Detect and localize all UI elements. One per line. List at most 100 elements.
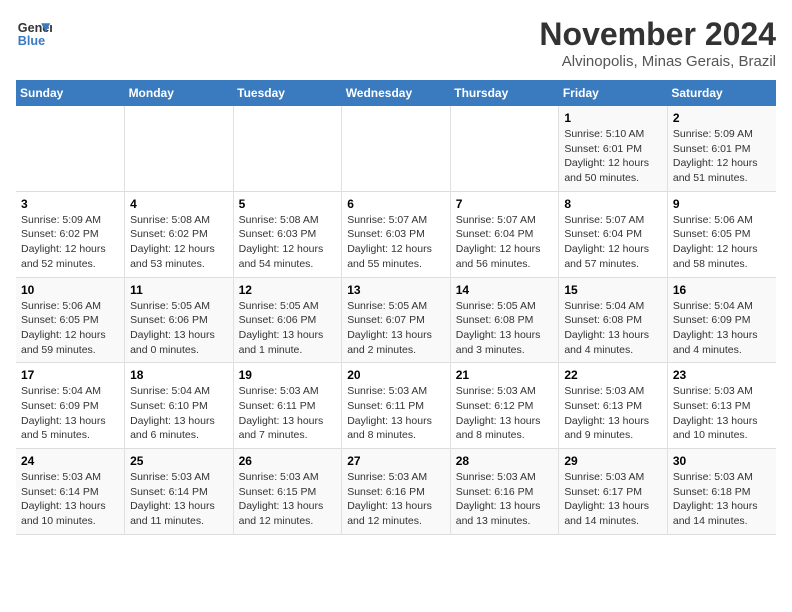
calendar-cell: 20 Sunrise: 5:03 AM Sunset: 6:11 PM Dayli… (342, 363, 451, 449)
calendar-cell: 5Sunrise: 5:08 AM Sunset: 6:03 PM Daylig… (233, 191, 342, 277)
month-title: November 2024 (539, 16, 776, 53)
day-info: Sunrise: 5:03 AM Sunset: 6:13 PM Dayligh… (673, 384, 771, 443)
calendar-cell (233, 106, 342, 191)
day-number: 20 (347, 368, 445, 382)
weekday-header: Friday (559, 80, 668, 106)
calendar-cell: 4 Sunrise: 5:08 AM Sunset: 6:02 PM Daylig… (125, 191, 234, 277)
day-info: Sunrise: 5:03 AM Sunset: 6:15 PM Dayligh… (239, 470, 337, 529)
day-info: Sunrise: 5:05 AM Sunset: 6:06 PM Dayligh… (239, 299, 337, 358)
calendar-cell: 29Sunrise: 5:03 AM Sunset: 6:17 PM Dayli… (559, 449, 668, 535)
day-number: 23 (673, 368, 771, 382)
day-info: Sunrise: 5:04 AM Sunset: 6:08 PM Dayligh… (564, 299, 662, 358)
day-info: Sunrise: 5:07 AM Sunset: 6:03 PM Dayligh… (347, 213, 445, 272)
calendar-cell: 23 Sunrise: 5:03 AM Sunset: 6:13 PM Dayli… (667, 363, 776, 449)
calendar-cell (16, 106, 125, 191)
calendar-cell: 17Sunrise: 5:04 AM Sunset: 6:09 PM Dayli… (16, 363, 125, 449)
day-number: 16 (673, 283, 771, 297)
logo-icon: General Blue (16, 16, 52, 52)
calendar-cell: 1 Sunrise: 5:10 AM Sunset: 6:01 PM Daylig… (559, 106, 668, 191)
day-info: Sunrise: 5:03 AM Sunset: 6:17 PM Dayligh… (564, 470, 662, 529)
calendar-cell: 22 Sunrise: 5:03 AM Sunset: 6:13 PM Dayli… (559, 363, 668, 449)
calendar-week-row: 1 Sunrise: 5:10 AM Sunset: 6:01 PM Daylig… (16, 106, 776, 191)
calendar-cell: 11Sunrise: 5:05 AM Sunset: 6:06 PM Dayli… (125, 277, 234, 363)
weekday-header: Tuesday (233, 80, 342, 106)
day-info: Sunrise: 5:04 AM Sunset: 6:09 PM Dayligh… (673, 299, 771, 358)
day-info: Sunrise: 5:03 AM Sunset: 6:14 PM Dayligh… (130, 470, 228, 529)
day-number: 15 (564, 283, 662, 297)
calendar-cell: 6 Sunrise: 5:07 AM Sunset: 6:03 PM Daylig… (342, 191, 451, 277)
calendar-cell: 2 Sunrise: 5:09 AM Sunset: 6:01 PM Daylig… (667, 106, 776, 191)
calendar-cell: 8 Sunrise: 5:07 AM Sunset: 6:04 PM Daylig… (559, 191, 668, 277)
calendar-cell: 18 Sunrise: 5:04 AM Sunset: 6:10 PM Dayli… (125, 363, 234, 449)
day-number: 27 (347, 454, 445, 468)
day-info: Sunrise: 5:06 AM Sunset: 6:05 PM Dayligh… (21, 299, 119, 358)
day-number: 24 (21, 454, 119, 468)
calendar-week-row: 10Sunrise: 5:06 AM Sunset: 6:05 PM Dayli… (16, 277, 776, 363)
weekday-header: Monday (125, 80, 234, 106)
logo: General Blue (16, 16, 52, 52)
day-number: 18 (130, 368, 228, 382)
title-area: November 2024 Alvinopolis, Minas Gerais,… (539, 16, 776, 70)
day-info: Sunrise: 5:05 AM Sunset: 6:07 PM Dayligh… (347, 299, 445, 358)
calendar-cell: 7Sunrise: 5:07 AM Sunset: 6:04 PM Daylig… (450, 191, 559, 277)
day-info: Sunrise: 5:03 AM Sunset: 6:11 PM Dayligh… (239, 384, 337, 443)
day-number: 30 (673, 454, 771, 468)
day-info: Sunrise: 5:03 AM Sunset: 6:12 PM Dayligh… (456, 384, 554, 443)
calendar-week-row: 24 Sunrise: 5:03 AM Sunset: 6:14 PM Dayli… (16, 449, 776, 535)
day-number: 9 (673, 197, 771, 211)
header-row: SundayMondayTuesdayWednesdayThursdayFrid… (16, 80, 776, 106)
location: Alvinopolis, Minas Gerais, Brazil (539, 53, 776, 70)
calendar-cell: 28 Sunrise: 5:03 AM Sunset: 6:16 PM Dayli… (450, 449, 559, 535)
calendar-cell (125, 106, 234, 191)
calendar-header: SundayMondayTuesdayWednesdayThursdayFrid… (16, 80, 776, 106)
day-number: 26 (239, 454, 337, 468)
calendar-cell: 9 Sunrise: 5:06 AM Sunset: 6:05 PM Daylig… (667, 191, 776, 277)
day-number: 2 (673, 111, 771, 125)
day-info: Sunrise: 5:06 AM Sunset: 6:05 PM Dayligh… (673, 213, 771, 272)
day-info: Sunrise: 5:07 AM Sunset: 6:04 PM Dayligh… (564, 213, 662, 272)
day-number: 25 (130, 454, 228, 468)
day-number: 11 (130, 283, 228, 297)
calendar-cell: 16 Sunrise: 5:04 AM Sunset: 6:09 PM Dayli… (667, 277, 776, 363)
day-number: 13 (347, 283, 445, 297)
day-number: 14 (456, 283, 554, 297)
day-number: 6 (347, 197, 445, 211)
calendar-cell: 21 Sunrise: 5:03 AM Sunset: 6:12 PM Dayli… (450, 363, 559, 449)
calendar-cell: 27 Sunrise: 5:03 AM Sunset: 6:16 PM Dayli… (342, 449, 451, 535)
calendar-cell: 14Sunrise: 5:05 AM Sunset: 6:08 PM Dayli… (450, 277, 559, 363)
day-info: Sunrise: 5:04 AM Sunset: 6:10 PM Dayligh… (130, 384, 228, 443)
day-info: Sunrise: 5:08 AM Sunset: 6:02 PM Dayligh… (130, 213, 228, 272)
day-info: Sunrise: 5:03 AM Sunset: 6:13 PM Dayligh… (564, 384, 662, 443)
weekday-header: Thursday (450, 80, 559, 106)
day-info: Sunrise: 5:03 AM Sunset: 6:14 PM Dayligh… (21, 470, 119, 529)
page-header: General Blue November 2024 Alvinopolis, … (16, 16, 776, 70)
weekday-header: Sunday (16, 80, 125, 106)
day-number: 12 (239, 283, 337, 297)
day-number: 1 (564, 111, 662, 125)
day-info: Sunrise: 5:10 AM Sunset: 6:01 PM Dayligh… (564, 127, 662, 186)
day-number: 22 (564, 368, 662, 382)
calendar-week-row: 17Sunrise: 5:04 AM Sunset: 6:09 PM Dayli… (16, 363, 776, 449)
calendar-table: SundayMondayTuesdayWednesdayThursdayFrid… (16, 80, 776, 535)
day-info: Sunrise: 5:03 AM Sunset: 6:16 PM Dayligh… (347, 470, 445, 529)
weekday-header: Saturday (667, 80, 776, 106)
calendar-cell (450, 106, 559, 191)
day-info: Sunrise: 5:03 AM Sunset: 6:11 PM Dayligh… (347, 384, 445, 443)
day-info: Sunrise: 5:09 AM Sunset: 6:01 PM Dayligh… (673, 127, 771, 186)
calendar-week-row: 3Sunrise: 5:09 AM Sunset: 6:02 PM Daylig… (16, 191, 776, 277)
day-number: 28 (456, 454, 554, 468)
day-number: 5 (239, 197, 337, 211)
calendar-cell: 25 Sunrise: 5:03 AM Sunset: 6:14 PM Dayli… (125, 449, 234, 535)
day-number: 21 (456, 368, 554, 382)
day-number: 8 (564, 197, 662, 211)
day-number: 19 (239, 368, 337, 382)
day-number: 17 (21, 368, 119, 382)
calendar-cell: 13 Sunrise: 5:05 AM Sunset: 6:07 PM Dayli… (342, 277, 451, 363)
day-number: 4 (130, 197, 228, 211)
day-number: 3 (21, 197, 119, 211)
calendar-cell: 3Sunrise: 5:09 AM Sunset: 6:02 PM Daylig… (16, 191, 125, 277)
day-info: Sunrise: 5:03 AM Sunset: 6:16 PM Dayligh… (456, 470, 554, 529)
calendar-cell: 15 Sunrise: 5:04 AM Sunset: 6:08 PM Dayli… (559, 277, 668, 363)
calendar-cell: 26 Sunrise: 5:03 AM Sunset: 6:15 PM Dayli… (233, 449, 342, 535)
svg-text:Blue: Blue (18, 34, 45, 48)
